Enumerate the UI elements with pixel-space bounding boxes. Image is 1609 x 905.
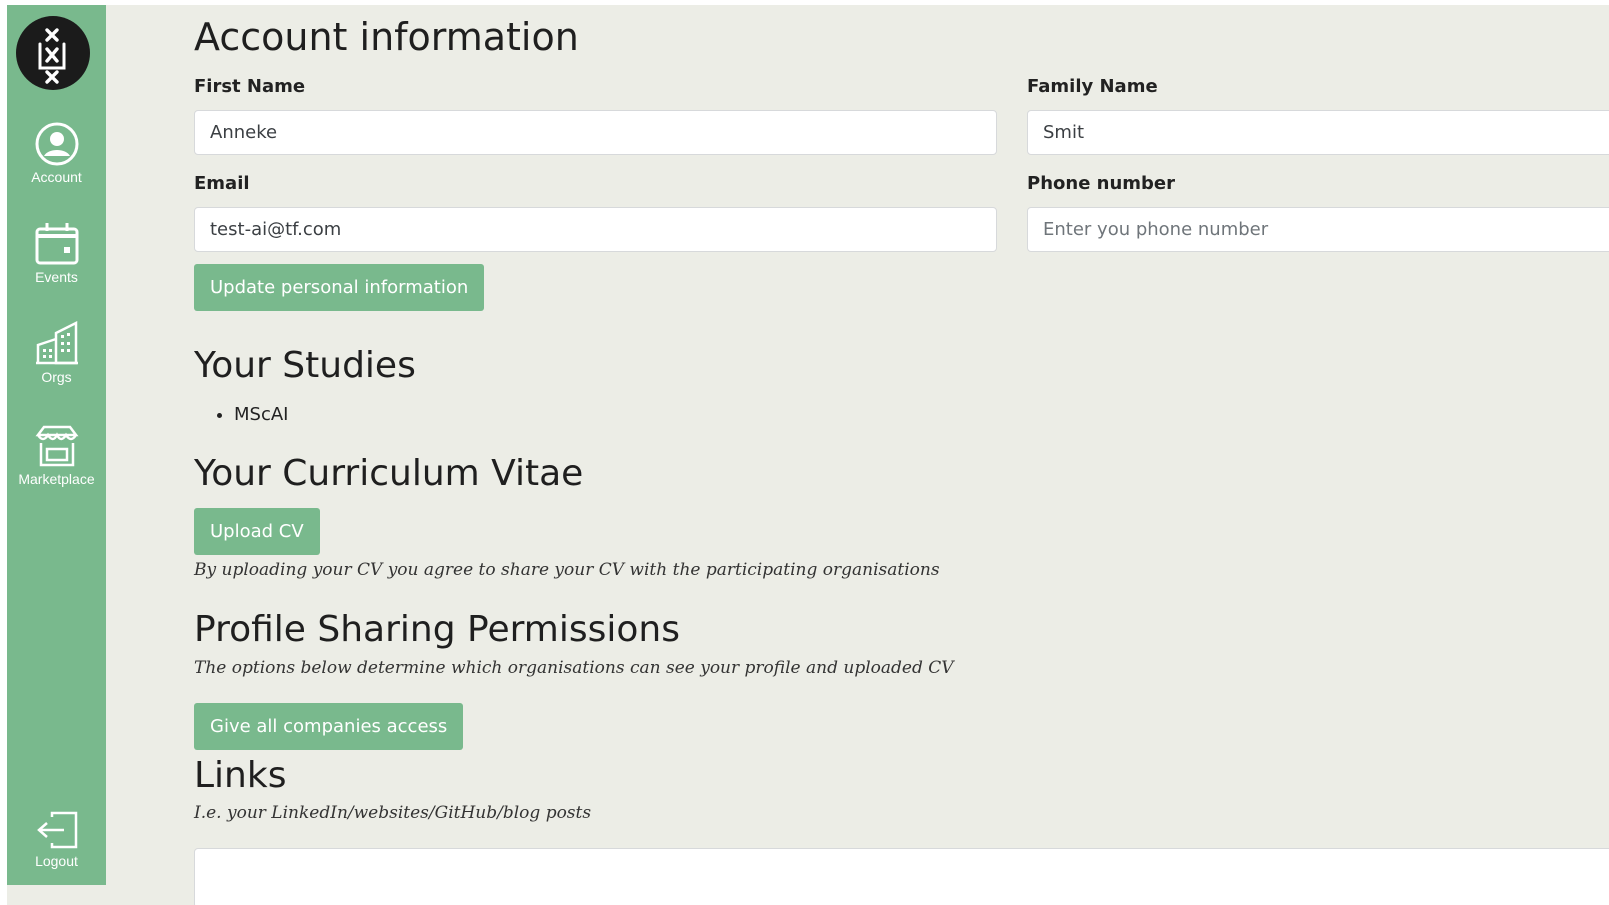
upload-cv-button[interactable]: Upload CV xyxy=(194,508,320,555)
links-note: I.e. your LinkedIn/websites/GitHub/blog … xyxy=(194,803,592,823)
sidebar-item-label: Orgs xyxy=(41,369,72,385)
email-label: Email xyxy=(194,173,250,194)
cv-heading: Your Curriculum Vitae xyxy=(194,453,584,494)
sidebar-item-label: Marketplace xyxy=(18,471,95,487)
email-field[interactable] xyxy=(194,207,997,252)
permissions-heading: Profile Sharing Permissions xyxy=(194,609,680,650)
cv-consent-note: By uploading your CV you agree to share … xyxy=(194,560,940,580)
permissions-note: The options below determine which organi… xyxy=(194,658,954,678)
logout-button[interactable]: Logout xyxy=(7,811,106,869)
sidebar-item-events[interactable]: Events xyxy=(7,221,106,285)
family-name-label: Family Name xyxy=(1027,76,1158,97)
phone-label: Phone number xyxy=(1027,173,1176,194)
university-crest-icon[interactable] xyxy=(16,16,90,90)
links-heading: Links xyxy=(194,755,287,796)
logout-label: Logout xyxy=(35,853,78,869)
first-name-field[interactable] xyxy=(194,110,997,155)
calendar-icon xyxy=(35,223,78,265)
first-name-label: First Name xyxy=(194,76,306,97)
family-name-field[interactable] xyxy=(1027,110,1609,155)
list-item: MScAI xyxy=(234,404,288,425)
app-frame: Account Events Orgs Marketplace Logout A… xyxy=(7,5,1609,905)
studies-list: MScAI xyxy=(194,404,288,425)
sidebar-item-orgs[interactable]: Orgs xyxy=(7,321,106,385)
storefront-icon xyxy=(35,425,78,467)
buildings-icon xyxy=(35,321,78,365)
studies-heading: Your Studies xyxy=(194,345,416,386)
update-personal-info-button[interactable]: Update personal information xyxy=(194,264,485,311)
sidebar-item-label: Events xyxy=(35,269,78,285)
phone-field[interactable] xyxy=(1027,207,1609,252)
give-all-access-button[interactable]: Give all companies access xyxy=(194,703,464,750)
user-circle-icon xyxy=(35,122,78,166)
sidebar-item-account[interactable]: Account xyxy=(7,121,106,185)
page-title: Account information xyxy=(194,15,579,59)
links-textarea[interactable] xyxy=(194,848,1609,905)
logout-icon xyxy=(36,811,77,849)
sidebar-item-marketplace[interactable]: Marketplace xyxy=(7,423,106,487)
sidebar-item-label: Account xyxy=(31,169,82,185)
sidebar: Account Events Orgs Marketplace Logout xyxy=(7,5,106,885)
